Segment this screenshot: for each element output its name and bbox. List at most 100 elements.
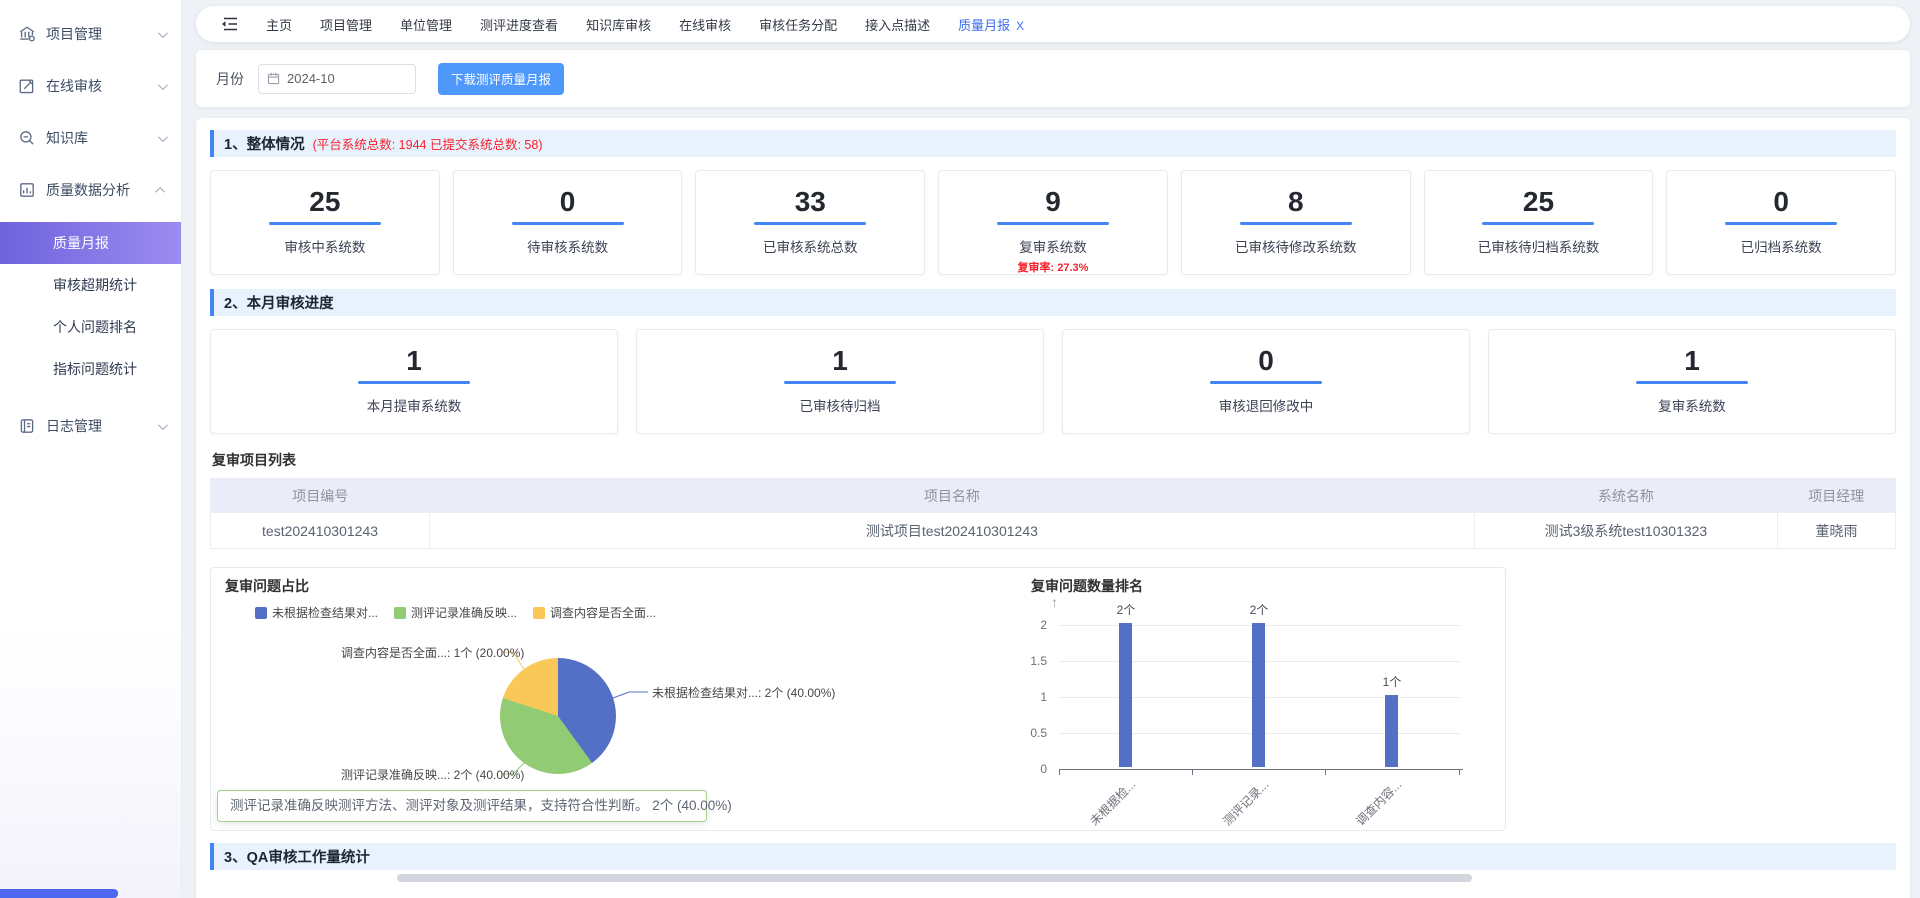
legend-item[interactable]: 调查内容是否全面... xyxy=(533,604,656,621)
sidebar-subitem-review-overdue-stats[interactable]: 审核超期统计 xyxy=(0,264,181,306)
y-tick-label: 2 xyxy=(1007,618,1047,632)
tab-knowledge-review[interactable]: 知识库审核 xyxy=(586,15,651,34)
legend-swatch xyxy=(533,607,545,619)
stat-underline xyxy=(997,222,1109,225)
legend-label: 测评记录准确反映... xyxy=(411,604,517,621)
table-header-row: 项目编号 项目名称 系统名称 项目经理 xyxy=(211,479,1896,513)
legend-label: 调查内容是否全面... xyxy=(550,604,656,621)
section1-title: 1、整体情况 xyxy=(224,133,305,154)
log-book-icon xyxy=(18,417,36,435)
active-tab-label: 质量月报 xyxy=(958,18,1010,33)
sidebar-item-label: 日志管理 xyxy=(46,416,102,436)
cell-project-id: test202410301243 xyxy=(211,513,430,549)
search-icon xyxy=(18,129,36,147)
calendar-icon xyxy=(267,72,280,85)
stat-underline xyxy=(269,222,381,225)
collapse-menu-icon[interactable] xyxy=(220,16,238,32)
stat-label: 复审系统数 xyxy=(1489,395,1895,415)
tab-unit-management[interactable]: 单位管理 xyxy=(400,15,452,34)
horizontal-scrollbar-thumb[interactable] xyxy=(397,874,1472,882)
stat-card-re-review-systems: 1 复审系统数 xyxy=(1488,329,1896,434)
stat-card-pending-review: 0 待审核系统数 xyxy=(453,170,683,275)
chevron-down-icon xyxy=(158,80,168,90)
chevron-down-icon xyxy=(158,420,168,430)
download-report-button[interactable]: 下载测评质量月报 xyxy=(438,63,564,95)
stat-underline xyxy=(1482,222,1594,225)
review-project-table: 项目编号 项目名称 系统名称 项目经理 test202410301243 测试项… xyxy=(210,478,1896,549)
sidebar-subitem-label: 指标问题统计 xyxy=(53,359,137,379)
tab-home[interactable]: 主页 xyxy=(266,15,292,34)
tab-quality-monthly-report-active[interactable]: 质量月报 X xyxy=(958,15,1024,34)
stat-value: 33 xyxy=(696,187,924,217)
tab-review-task-assignment[interactable]: 审核任务分配 xyxy=(759,15,837,34)
stat-label: 已审核待修改系统数 xyxy=(1182,236,1410,256)
pie-label-evaluation-record: 测评记录准确反映...: 2个 (40.00%) xyxy=(341,766,499,783)
stat-card-returned-for-modification: 0 审核退回修改中 xyxy=(1062,329,1470,434)
bar-evaluation-record[interactable] xyxy=(1252,623,1265,767)
pie-legend: 未根据检查结果对... 测评记录准确反映... 调查内容是否全面... xyxy=(255,604,656,621)
sidebar-subitem-personal-issue-ranking[interactable]: 个人问题排名 xyxy=(0,306,181,348)
legend-swatch xyxy=(255,607,267,619)
stat-underline xyxy=(1725,222,1837,225)
sidebar-item-log-management[interactable]: 日志管理 xyxy=(0,406,181,446)
stat-card-reviewed-pending-archive: 1 已审核待归档 xyxy=(636,329,1044,434)
stat-value: 0 xyxy=(1063,346,1469,376)
tab-project-management[interactable]: 项目管理 xyxy=(320,15,372,34)
stat-value: 8 xyxy=(1182,187,1410,217)
stat-label: 本月提审系统数 xyxy=(211,395,617,415)
tab-online-review[interactable]: 在线审核 xyxy=(679,15,731,34)
stat-label: 待审核系统数 xyxy=(454,236,682,256)
chevron-up-icon xyxy=(155,186,165,196)
sidebar-item-label: 知识库 xyxy=(46,128,88,148)
stat-label: 审核中系统数 xyxy=(211,236,439,256)
legend-swatch xyxy=(394,607,406,619)
stat-label: 已审核系统总数 xyxy=(696,236,924,256)
sidebar-subitem-label: 审核超期统计 xyxy=(53,275,137,295)
stat-card-reviewed-total: 33 已审核系统总数 xyxy=(695,170,925,275)
edit-icon xyxy=(18,77,36,95)
sidebar-item-label: 在线审核 xyxy=(46,76,102,96)
cell-project-manager: 董晓雨 xyxy=(1778,513,1896,549)
sidebar-item-quality-data-analysis[interactable]: 质量数据分析 xyxy=(0,170,181,210)
tab-close-icon[interactable]: X xyxy=(1016,19,1024,33)
sidebar-subitem-quality-monthly-report[interactable]: 质量月报 xyxy=(0,222,181,264)
stat-label: 已审核待归档系统数 xyxy=(1425,236,1653,256)
bar-not-based-on-check[interactable] xyxy=(1119,623,1132,767)
sidebar-item-online-review[interactable]: 在线审核 xyxy=(0,66,181,106)
chevron-down-icon xyxy=(158,132,168,142)
x-axis-tick xyxy=(1325,770,1326,775)
main-area: 主页 项目管理 单位管理 测评进度查看 知识库审核 在线审核 审核任务分配 接入… xyxy=(182,0,1920,898)
sidebar-item-label: 质量数据分析 xyxy=(46,180,130,200)
stat-value: 1 xyxy=(637,346,1043,376)
pie-tooltip: 测评记录准确反映测评方法、测评对象及测评结果，支持符合性判断。 2个 (40.0… xyxy=(217,790,707,822)
tab-evaluation-progress[interactable]: 测评进度查看 xyxy=(480,15,558,34)
sidebar-subitem-indicator-issue-stats[interactable]: 指标问题统计 xyxy=(0,348,181,390)
legend-item[interactable]: 测评记录准确反映... xyxy=(394,604,517,621)
x-category-label: 测评记录... xyxy=(1219,776,1272,829)
stat-underline xyxy=(754,222,866,225)
sidebar-scrollbar-thumb[interactable] xyxy=(0,889,118,898)
tab-access-point-description[interactable]: 接入点描述 xyxy=(865,15,930,34)
x-axis-tick xyxy=(1059,770,1060,775)
pie-label-not-based-on-check: 未根据检查结果对...: 2个 (40.00%) xyxy=(652,684,835,701)
chart-document-icon xyxy=(18,181,36,199)
bank-icon xyxy=(18,25,36,43)
stat-card-archived: 0 已归档系统数 xyxy=(1666,170,1896,275)
section1-header: 1、整体情况 (平台系统总数: 1944 已提交系统总数: 58) xyxy=(210,130,1896,157)
bar-survey-content[interactable] xyxy=(1385,695,1398,767)
pie-chart-title: 复审问题占比 xyxy=(225,576,309,596)
legend-item[interactable]: 未根据检查结果对... xyxy=(255,604,378,621)
cell-project-name: 测试项目test202410301243 xyxy=(430,513,1475,549)
sidebar-item-project-management[interactable]: 项目管理 xyxy=(0,14,181,54)
stat-card-to-modify: 8 已审核待修改系统数 xyxy=(1181,170,1411,275)
month-value: 2024-10 xyxy=(287,71,335,86)
bar-value-label: 1个 xyxy=(1372,673,1412,690)
month-picker-input[interactable]: 2024-10 xyxy=(258,64,416,94)
pie-chart[interactable] xyxy=(500,658,616,774)
bar-value-label: 2个 xyxy=(1106,601,1146,618)
pie-label-survey-content: 调查内容是否全面...: 1个 (20.00%) xyxy=(341,644,499,661)
sidebar-item-knowledge-base[interactable]: 知识库 xyxy=(0,118,181,158)
x-axis-tick xyxy=(1459,770,1460,775)
x-axis-line xyxy=(1059,769,1463,770)
x-category-label: 调查内容... xyxy=(1352,776,1405,829)
